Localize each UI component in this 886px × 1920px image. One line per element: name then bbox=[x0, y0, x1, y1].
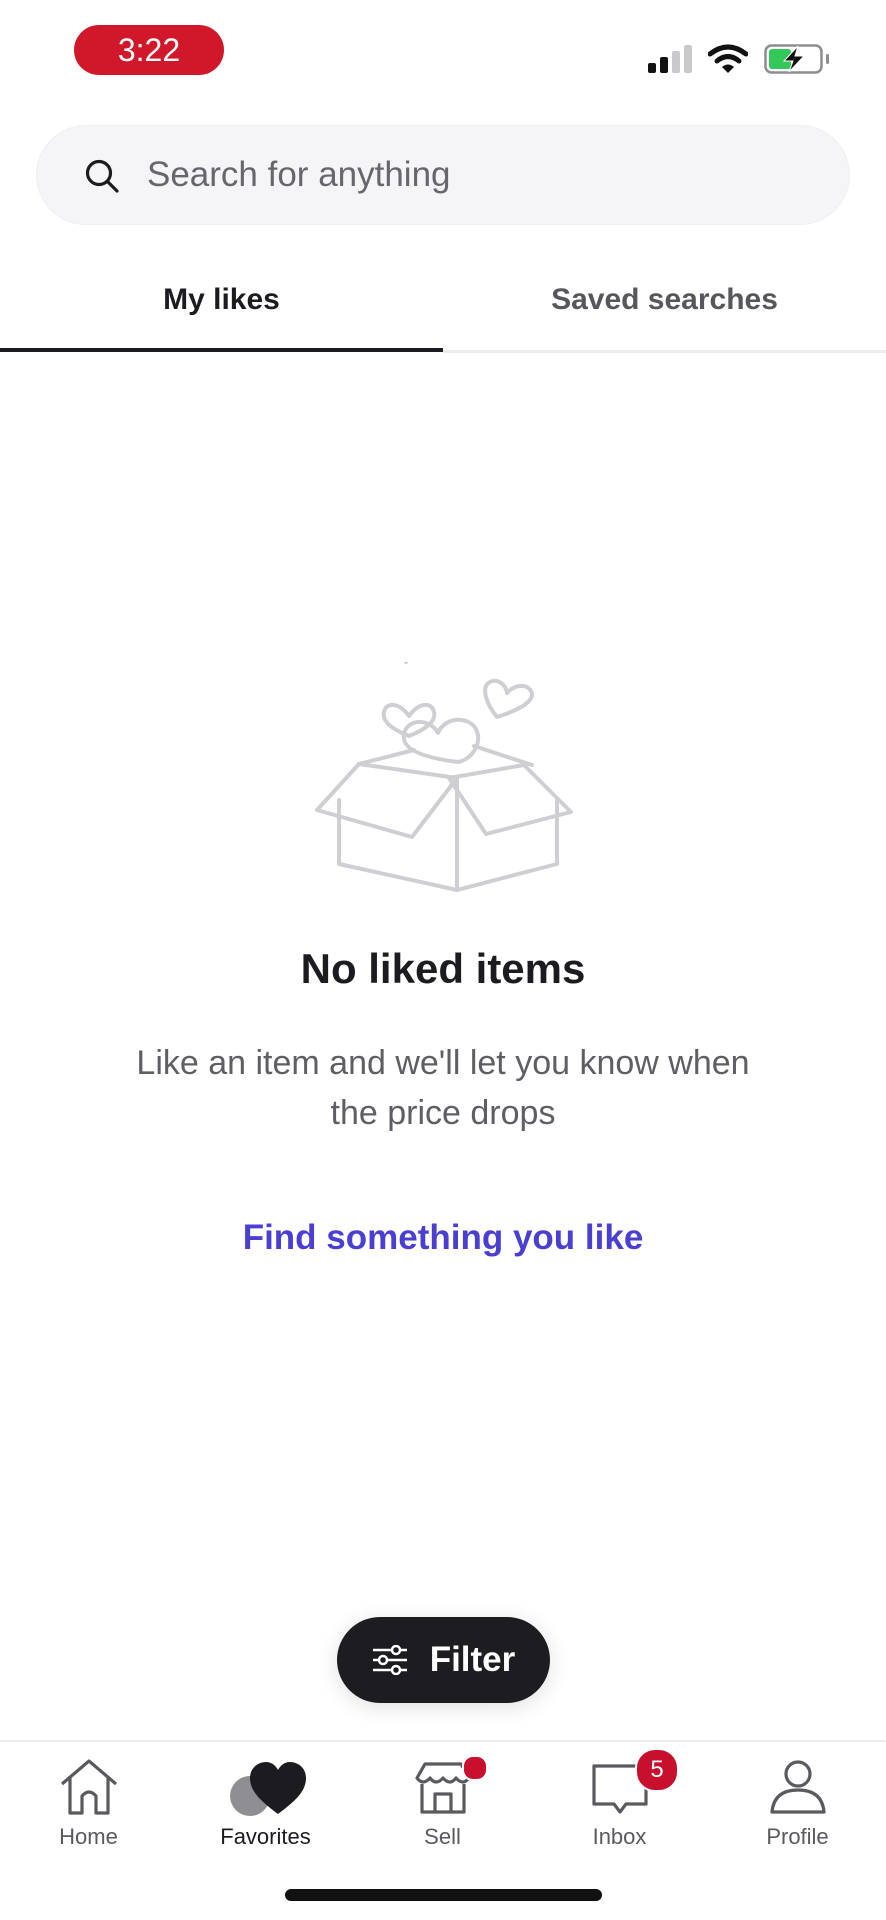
nav-home[interactable]: Home bbox=[0, 1742, 177, 1862]
sliders-icon bbox=[372, 1645, 407, 1675]
find-something-link[interactable]: Find something you like bbox=[0, 1218, 886, 1258]
wifi-icon bbox=[708, 44, 748, 73]
nav-profile[interactable]: Profile bbox=[709, 1742, 886, 1862]
nav-sell[interactable]: Sell bbox=[354, 1742, 531, 1862]
nav-sell-label: Sell bbox=[424, 1824, 461, 1849]
empty-state-title: No liked items bbox=[300, 945, 586, 992]
nav-favorites[interactable]: Favorites bbox=[177, 1742, 354, 1862]
nav-inbox[interactable]: 5 Inbox bbox=[531, 1742, 708, 1862]
active-tab-indicator bbox=[0, 348, 443, 352]
tab-bar: My likes Saved searches bbox=[0, 255, 886, 355]
nav-profile-label: Profile bbox=[766, 1824, 829, 1849]
status-time: 3:22 bbox=[74, 25, 224, 75]
filter-button[interactable]: Filter bbox=[337, 1617, 550, 1703]
nav-favorites-label: Favorites bbox=[220, 1824, 311, 1849]
cellular-signal-icon bbox=[648, 45, 692, 73]
search-icon bbox=[85, 159, 119, 193]
sell-notification-dot bbox=[462, 1755, 488, 1781]
heart-icon bbox=[229, 1762, 306, 1816]
tab-divider bbox=[443, 350, 886, 353]
nav-home-label: Home bbox=[59, 1824, 118, 1849]
empty-box-hearts-illustration bbox=[315, 662, 573, 892]
home-indicator[interactable] bbox=[285, 1889, 602, 1901]
inbox-unread-badge: 5 bbox=[635, 1748, 679, 1792]
nav-inbox-label: Inbox bbox=[592, 1824, 647, 1849]
empty-state-description: Like an item and we'll let you know when… bbox=[136, 1044, 750, 1132]
person-icon bbox=[769, 1760, 826, 1814]
tab-saved-searches[interactable]: Saved searches bbox=[443, 255, 886, 351]
filter-label: Filter bbox=[429, 1640, 516, 1679]
tab-my-likes[interactable]: My likes bbox=[0, 255, 443, 351]
search-bar[interactable] bbox=[36, 125, 850, 225]
search-input[interactable] bbox=[147, 126, 827, 224]
home-icon bbox=[60, 1759, 117, 1815]
battery-charging-icon bbox=[764, 44, 829, 74]
